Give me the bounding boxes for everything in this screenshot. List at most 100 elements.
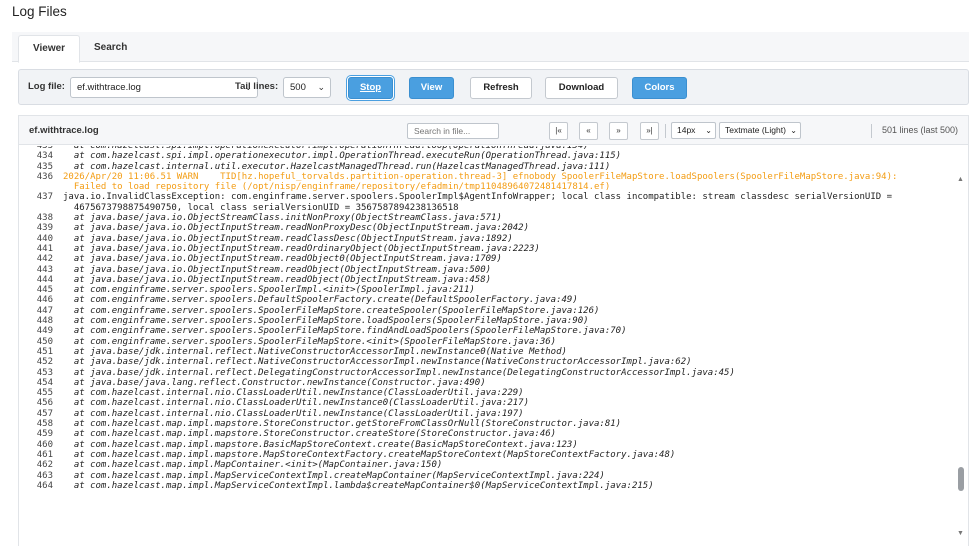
tail-lines-select[interactable]: 500 ⌄ — [283, 77, 331, 98]
line-number: 434 — [36, 151, 53, 162]
line-text: at com.hazelcast.map.impl.mapstore.MapSt… — [63, 449, 676, 460]
scroll-up-arrow-icon[interactable]: ▲ — [957, 176, 964, 183]
line-number: 454 — [36, 377, 53, 388]
scrollbar-thumb[interactable] — [958, 467, 964, 491]
line-text: at java.base/java.io.ObjectInputStream.r… — [63, 233, 513, 244]
line-text: 4675673798875490750, local class serialV… — [63, 202, 459, 213]
prev-page-button[interactable]: « — [579, 122, 598, 140]
log-line: 435 at com.hazelcast.internal.util.execu… — [19, 162, 955, 172]
file-name: ef.withtrace.log — [29, 125, 99, 136]
log-line: 450 at com.enginframe.server.spoolers.Sp… — [19, 337, 955, 347]
line-text: 2026/Apr/20 11:06.51 WARN TID[hz.hopeful… — [63, 171, 898, 182]
line-text: Failed to load repository file (/opt/nis… — [63, 182, 611, 193]
tab-viewer[interactable]: Viewer — [18, 35, 81, 63]
line-text: at com.hazelcast.internal.nio.ClassLoade… — [63, 398, 529, 409]
line-text: at com.hazelcast.map.impl.mapstore.Store… — [63, 419, 622, 430]
log-line: 455 at com.hazelcast.internal.nio.ClassL… — [19, 388, 955, 398]
download-button[interactable]: Download — [545, 77, 618, 99]
log-line: 453 at java.base/jdk.internal.reflect.De… — [19, 368, 955, 378]
first-page-button[interactable]: |« — [549, 122, 568, 140]
line-number: 456 — [36, 398, 53, 409]
line-text: at java.base/jdk.internal.reflect.Native… — [63, 357, 692, 368]
log-line: 462 at com.hazelcast.map.impl.MapContain… — [19, 460, 955, 470]
log-line: 445 at com.enginframe.server.spoolers.Sp… — [19, 285, 955, 295]
line-number: 450 — [36, 336, 53, 347]
log-line: 434 at com.hazelcast.spi.impl.operatione… — [19, 151, 955, 161]
last-page-button[interactable]: »| — [640, 122, 659, 140]
line-number: 460 — [36, 439, 53, 450]
line-text: at java.base/java.io.ObjectInputStream.r… — [63, 243, 540, 254]
line-number: 463 — [36, 470, 53, 481]
line-text: at com.hazelcast.map.impl.MapServiceCont… — [63, 470, 605, 481]
line-number: 439 — [36, 223, 53, 234]
tab-search[interactable]: Search — [80, 35, 141, 63]
line-number: 436 — [36, 171, 53, 182]
line-number — [19, 182, 63, 192]
line-text: at com.hazelcast.internal.nio.ClassLoade… — [63, 408, 524, 419]
log-file-select[interactable]: ef.withtrace.log ⌄ — [70, 77, 258, 98]
log-line: 441 at java.base/java.io.ObjectInputStre… — [19, 244, 955, 254]
search-input[interactable] — [407, 123, 499, 139]
line-number: 452 — [36, 357, 53, 368]
line-number: 442 — [36, 254, 53, 265]
colors-button[interactable]: Colors — [632, 77, 687, 99]
theme-value: Textmate (Light) — [725, 125, 786, 135]
log-line: 454 at java.base/java.lang.reflect.Const… — [19, 378, 955, 388]
log-line: 442 at java.base/java.io.ObjectInputStre… — [19, 254, 955, 264]
log-line: Failed to load repository file (/opt/nis… — [19, 182, 955, 192]
line-number: 455 — [36, 388, 53, 399]
line-text: java.io.InvalidClassException: com.engin… — [63, 192, 893, 203]
line-text: at java.base/java.io.ObjectInputStream.r… — [63, 264, 492, 275]
log-lines: 433 at com.hazelcast.spi.impl.operatione… — [19, 146, 955, 491]
stop-button[interactable]: Stop — [348, 77, 393, 99]
log-line: 457 at com.hazelcast.internal.nio.ClassL… — [19, 409, 955, 419]
line-number: 438 — [36, 213, 53, 224]
line-text: at java.base/jdk.internal.reflect.Native… — [63, 346, 567, 357]
page-title: Log Files — [12, 4, 67, 19]
chevron-down-icon: ⌄ — [705, 126, 712, 135]
line-number: 451 — [36, 346, 53, 357]
next-page-button[interactable]: » — [609, 122, 628, 140]
line-number: 459 — [36, 429, 53, 440]
line-text: at com.hazelcast.map.impl.MapContainer.<… — [63, 460, 443, 471]
line-number: 453 — [36, 367, 53, 378]
chevron-down-icon: ⌄ — [317, 82, 325, 92]
font-size-value: 14px — [677, 125, 696, 135]
line-text: at com.enginframe.server.spoolers.Spoole… — [63, 305, 600, 316]
line-number: 441 — [36, 243, 53, 254]
theme-select[interactable]: Textmate (Light) ⌄ — [719, 122, 801, 139]
vertical-scrollbar[interactable]: ▲ ▼ — [955, 146, 966, 547]
line-text: at java.base/java.io.ObjectInputStream.r… — [63, 254, 502, 265]
line-number: 458 — [36, 419, 53, 430]
toolbar: Log file: ef.withtrace.log ⌄ Tail lines:… — [18, 69, 969, 105]
stop-button-label: Stop — [359, 82, 382, 93]
log-line: 459 at com.hazelcast.map.impl.mapstore.S… — [19, 429, 955, 439]
log-line: 460 at com.hazelcast.map.impl.mapstore.B… — [19, 440, 955, 450]
log-content[interactable]: 433 at com.hazelcast.spi.impl.operatione… — [19, 146, 955, 547]
line-text: at com.hazelcast.map.impl.mapstore.Basic… — [63, 439, 578, 450]
tab-bar: Viewer Search — [12, 32, 969, 63]
line-number: 462 — [36, 460, 53, 471]
line-number: 445 — [36, 285, 53, 296]
log-line: 449 at com.enginframe.server.spoolers.Sp… — [19, 326, 955, 336]
line-number: 446 — [36, 295, 53, 306]
tail-lines-label: Tail lines: — [235, 81, 279, 92]
line-text: at java.base/java.lang.reflect.Construct… — [63, 377, 486, 388]
refresh-button[interactable]: Refresh — [470, 77, 532, 99]
line-text: at com.hazelcast.internal.nio.ClassLoade… — [63, 388, 524, 399]
line-number: 447 — [36, 305, 53, 316]
view-button[interactable]: View — [409, 77, 454, 99]
line-text: at com.hazelcast.spi.impl.operationexecu… — [63, 151, 622, 162]
divider — [871, 124, 872, 138]
font-size-select[interactable]: 14px ⌄ — [671, 122, 716, 139]
log-line: 452 at java.base/jdk.internal.reflect.Na… — [19, 357, 955, 367]
line-text: at java.base/java.io.ObjectStreamClass.i… — [63, 213, 502, 224]
log-viewer-header: ef.withtrace.log |« « » »| 14px ⌄ Textma… — [19, 116, 968, 145]
line-number: 435 — [36, 161, 53, 172]
log-line: 458 at com.hazelcast.map.impl.mapstore.S… — [19, 419, 955, 429]
line-number: 437 — [36, 192, 53, 203]
log-line: 438 at java.base/java.io.ObjectStreamCla… — [19, 213, 955, 223]
line-number: 449 — [36, 326, 53, 337]
chevron-down-icon: ⌄ — [790, 126, 797, 135]
scroll-down-arrow-icon[interactable]: ▼ — [957, 530, 964, 537]
